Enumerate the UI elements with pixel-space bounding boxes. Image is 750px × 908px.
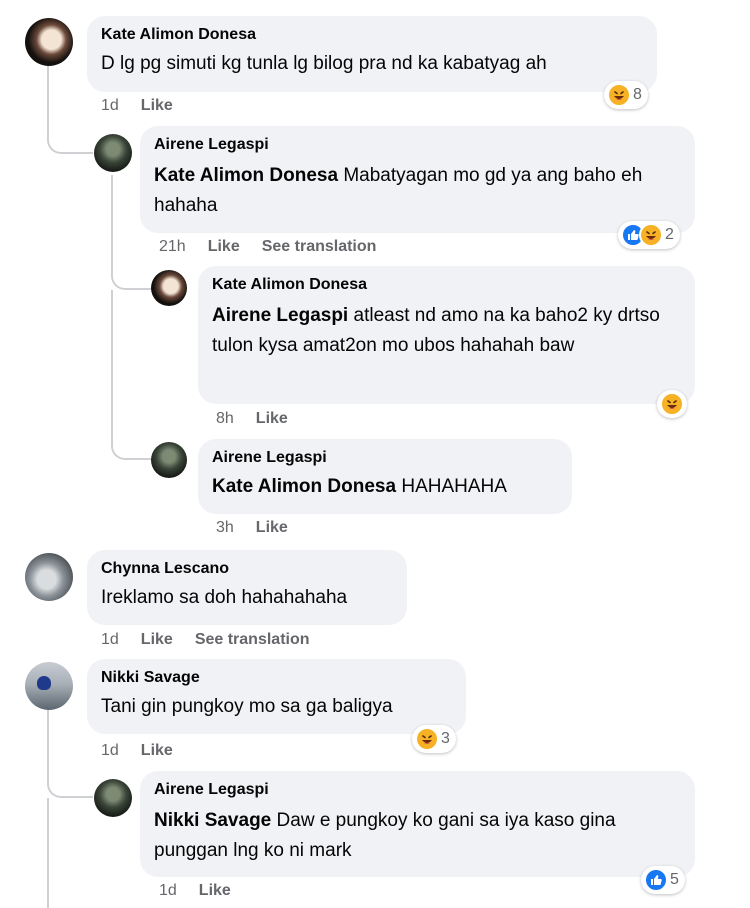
mention-link[interactable]: Kate Alimon Donesa [212,476,396,497]
comment-time[interactable]: 1d [101,97,119,114]
comment-time[interactable]: 21h [159,238,186,255]
avatar[interactable] [151,270,187,306]
comment-text: Ireklamo sa doh hahahahaha [101,587,348,608]
mention-link[interactable]: Airene Legaspi [212,305,348,326]
comment-time[interactable]: 3h [216,519,234,536]
comment-text: Kate Alimon Donesa HAHAHAHA [212,472,558,502]
comment-bubble: Airene Legaspi Nikki Savage Daw e pungko… [140,771,695,877]
avatar[interactable] [94,134,132,172]
comment-body: HAHAHAHA [396,476,507,497]
comment-bubble: Kate Alimon Donesa Airene Legaspi atleas… [198,266,695,404]
comment-actions: 1d Like See translation [101,630,332,650]
comment-actions: 1d Like [101,741,195,761]
mention-link[interactable]: Nikki Savage [154,810,271,831]
like-reaction-icon [644,868,668,892]
comment-author[interactable]: Airene Legaspi [212,448,558,468]
haha-reaction-icon [415,727,439,751]
like-button[interactable]: Like [141,97,173,114]
reaction-count: 3 [441,730,450,747]
reaction-summary[interactable] [657,390,687,418]
haha-reaction-icon [639,223,663,247]
comment-actions: 1d Like [159,881,253,901]
comment-bubble: Airene Legaspi Kate Alimon Donesa Mabaty… [140,126,695,233]
see-translation-link[interactable]: See translation [262,238,377,255]
haha-reaction-icon [607,83,631,107]
thread-line [111,175,113,275]
comment-text: Tani gin pungkoy mo sa ga baligya [101,696,393,717]
thread-connector [111,270,151,290]
avatar[interactable] [151,442,187,478]
reaction-count: 8 [633,86,642,103]
comment-text: Nikki Savage Daw e pungkoy ko gani sa iy… [154,806,681,866]
comment-time[interactable]: 1d [159,882,177,899]
avatar[interactable] [25,553,73,601]
thread-line [47,798,49,908]
reaction-summary[interactable]: 8 [604,81,648,109]
comment-bubble: Airene Legaspi Kate Alimon Donesa HAHAHA… [198,439,572,514]
like-button[interactable]: Like [141,742,173,759]
comment-actions: 3h Like [216,518,310,538]
comment-actions: 21h Like See translation [159,237,398,257]
like-button[interactable]: Like [199,882,231,899]
comment-author[interactable]: Airene Legaspi [154,780,681,800]
comment-text: D lg pg simuti kg tunla lg bilog pra nd … [101,53,547,74]
comment-text: Airene Legaspi atleast nd amo na ka baho… [212,301,681,361]
comment-actions: 8h Like [216,409,310,429]
comment-bubble: Kate Alimon Donesa D lg pg simuti kg tun… [87,16,657,92]
comment-author[interactable]: Chynna Lescano [101,559,393,579]
comment-bubble: Chynna Lescano Ireklamo sa doh hahahahah… [87,550,407,625]
comment-time[interactable]: 1d [101,631,119,648]
reaction-count: 2 [665,226,674,243]
comment-text: Kate Alimon Donesa Mabatyagan mo gd ya a… [154,161,681,221]
thread-connector [111,290,151,460]
see-translation-link[interactable]: See translation [195,631,310,648]
avatar[interactable] [25,18,73,66]
reaction-summary[interactable]: 5 [641,866,685,894]
like-button[interactable]: Like [256,410,288,427]
comment-author[interactable]: Airene Legaspi [154,135,681,155]
thread-connector [47,110,93,154]
like-button[interactable]: Like [256,519,288,536]
mention-link[interactable]: Kate Alimon Donesa [154,165,338,186]
comment-author[interactable]: Kate Alimon Donesa [101,25,643,45]
comment-author[interactable]: Nikki Savage [101,668,452,688]
avatar[interactable] [94,779,132,817]
comment-time[interactable]: 1d [101,742,119,759]
reaction-summary[interactable]: 2 [618,221,680,249]
like-button[interactable]: Like [141,631,173,648]
thread-connector [47,760,93,798]
comment-author[interactable]: Kate Alimon Donesa [212,275,681,295]
reaction-count: 5 [670,871,679,888]
comment-actions: 1d Like [101,96,195,116]
reaction-summary[interactable]: 3 [412,725,456,753]
avatar[interactable] [25,662,73,710]
comment-time[interactable]: 8h [216,410,234,427]
like-button[interactable]: Like [208,238,240,255]
comment-bubble: Nikki Savage Tani gin pungkoy mo sa ga b… [87,659,466,734]
haha-reaction-icon [660,392,684,416]
